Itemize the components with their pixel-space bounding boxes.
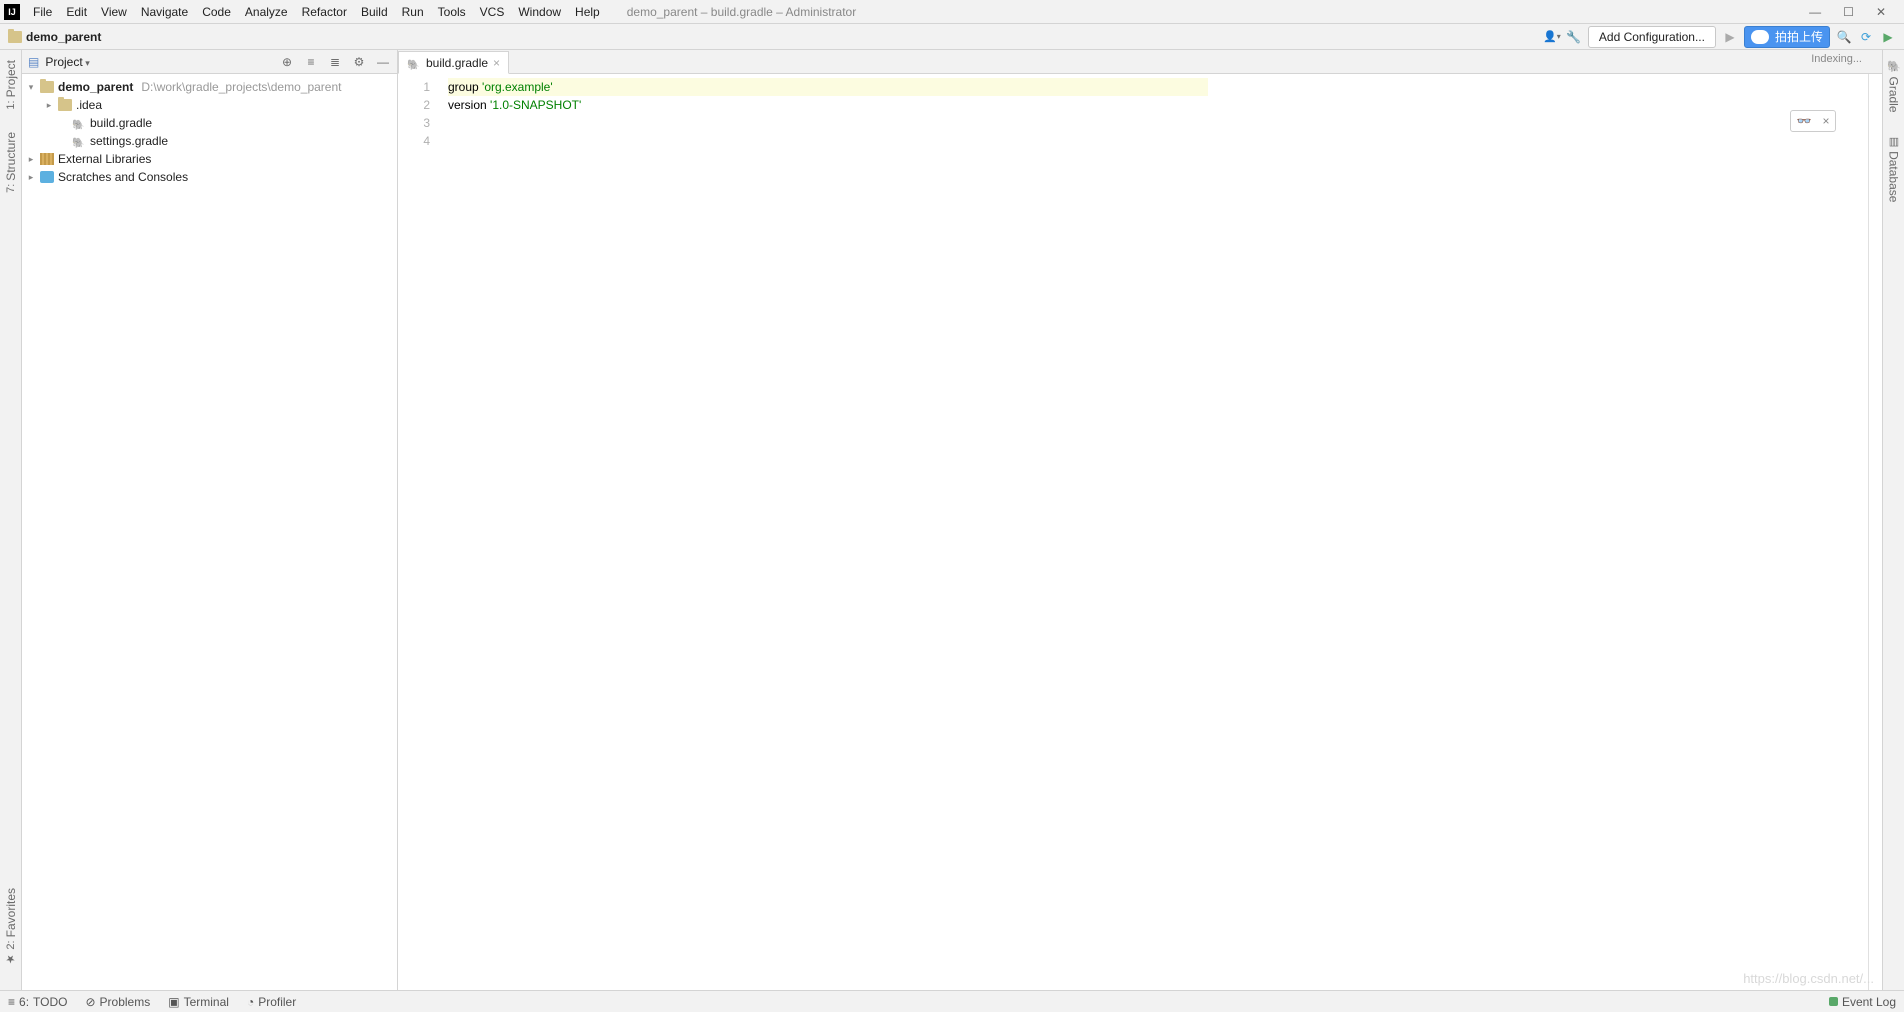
menu-refactor[interactable]: Refactor (295, 5, 354, 19)
scratch-icon (40, 171, 54, 183)
gradle-file-icon (72, 135, 86, 147)
project-tree: ▾ demo_parent D:\work\gradle_projects\de… (22, 74, 397, 990)
menu-navigate[interactable]: Navigate (134, 5, 195, 19)
window-title: demo_parent – build.gradle – Administrat… (627, 5, 856, 19)
reader-icon: 👓 (1797, 114, 1812, 128)
window-close[interactable]: ✕ (1876, 5, 1886, 19)
status-ok-icon (1829, 997, 1838, 1006)
editor-area: build.gradle × Indexing... 1 2 3 4 group… (398, 50, 1882, 990)
close-icon[interactable]: × (1822, 114, 1829, 128)
status-problems[interactable]: ⊘Problems (85, 995, 150, 1009)
app-icon: IJ (4, 4, 20, 20)
left-tab-favorites[interactable]: ★ 2: Favorites (4, 884, 18, 970)
run-icon[interactable]: ▶ (1722, 29, 1738, 45)
search-icon[interactable] (1836, 29, 1852, 45)
project-tool-window: ▤ Project ⊕ ≡ ≣ ⚙ — ▾ demo_parent D:\wor… (22, 50, 398, 990)
code-content[interactable]: group 'org.example' version '1.0-SNAPSHO… (438, 74, 1208, 990)
tree-external-libraries[interactable]: ▸ External Libraries (22, 150, 397, 168)
expand-icon[interactable]: ≡ (303, 54, 319, 70)
menu-code[interactable]: Code (195, 5, 238, 19)
collapse-icon[interactable]: ≣ (327, 54, 343, 70)
menu-help[interactable]: Help (568, 5, 607, 19)
left-tab-structure[interactable]: 7: Structure (4, 128, 18, 197)
tree-scratches[interactable]: ▸ Scratches and Consoles (22, 168, 397, 186)
upload-button[interactable]: 拍拍上传 (1744, 26, 1830, 48)
menu-tools[interactable]: Tools (431, 5, 473, 19)
tree-idea[interactable]: ▸ .idea (22, 96, 397, 114)
menu-window[interactable]: Window (511, 5, 568, 19)
watermark: https://blog.csdn.net/... (1743, 971, 1874, 986)
project-panel-header: ▤ Project ⊕ ≡ ≣ ⚙ — (22, 50, 397, 74)
menu-edit[interactable]: Edit (59, 5, 94, 19)
menu-analyze[interactable]: Analyze (238, 5, 295, 19)
gradle-file-icon (72, 117, 86, 129)
hide-icon[interactable]: — (375, 54, 391, 70)
user-icon[interactable]: ▾ (1544, 29, 1560, 45)
left-gutter: 1: Project 7: Structure ★ 2: Favorites (0, 50, 22, 990)
window-maximize[interactable]: ☐ (1843, 5, 1854, 19)
right-tab-database[interactable]: ▥ Database (1887, 131, 1901, 206)
right-tab-gradle[interactable]: 🐘 Gradle (1887, 56, 1901, 117)
tree-root[interactable]: ▾ demo_parent D:\work\gradle_projects\de… (22, 78, 397, 96)
add-configuration-button[interactable]: Add Configuration... (1588, 26, 1716, 48)
editor-tab-build-gradle[interactable]: build.gradle × (398, 51, 509, 74)
menu-build[interactable]: Build (354, 5, 395, 19)
tree-build-gradle[interactable]: build.gradle (22, 114, 397, 132)
folder-icon (40, 81, 54, 93)
editor-body[interactable]: 1 2 3 4 group 'org.example' version '1.0… (398, 74, 1882, 990)
folder-icon (8, 31, 22, 43)
editor-scrollbar[interactable] (1868, 74, 1882, 990)
folder-icon (58, 99, 72, 111)
navigation-bar: demo_parent ▾ Add Configuration... ▶ 拍拍上… (0, 24, 1904, 50)
menu-run[interactable]: Run (395, 5, 431, 19)
run-anything-icon[interactable]: ▶ (1880, 29, 1896, 45)
status-profiler[interactable]: ◔Profiler (247, 995, 296, 1009)
status-terminal[interactable]: ▣Terminal (168, 995, 229, 1009)
breadcrumb[interactable]: demo_parent (8, 30, 101, 44)
status-todo[interactable]: ≡6: TODO (8, 995, 67, 1009)
left-tab-project[interactable]: 1: Project (4, 56, 18, 114)
menu-view[interactable]: View (94, 5, 134, 19)
window-minimize[interactable]: — (1809, 5, 1821, 19)
status-bar: ≡6: TODO ⊘Problems ▣Terminal ◔Profiler E… (0, 990, 1904, 1012)
gradle-file-icon (407, 57, 421, 69)
reader-mode-box[interactable]: 👓× (1790, 110, 1836, 132)
tree-settings-gradle[interactable]: settings.gradle (22, 132, 397, 150)
build-icon[interactable] (1566, 29, 1582, 45)
close-tab-icon[interactable]: × (493, 56, 500, 70)
menu-vcs[interactable]: VCS (473, 5, 512, 19)
breadcrumb-project: demo_parent (26, 30, 101, 44)
locate-icon[interactable]: ⊕ (279, 54, 295, 70)
cloud-icon (1751, 30, 1769, 44)
menu-bar: IJ File Edit View Navigate Code Analyze … (0, 0, 1904, 24)
project-view-select[interactable]: Project (45, 55, 89, 69)
update-icon[interactable]: ⟳ (1858, 29, 1874, 45)
status-event-log[interactable]: Event Log (1829, 995, 1896, 1009)
editor-tabs: build.gradle × Indexing... (398, 50, 1882, 74)
settings-icon[interactable]: ⚙ (351, 54, 367, 70)
menu-file[interactable]: File (26, 5, 59, 19)
library-icon (40, 153, 54, 165)
right-gutter: 🐘 Gradle ▥ Database (1882, 50, 1904, 990)
indexing-status: Indexing... (1811, 53, 1862, 65)
line-numbers: 1 2 3 4 (398, 74, 438, 990)
